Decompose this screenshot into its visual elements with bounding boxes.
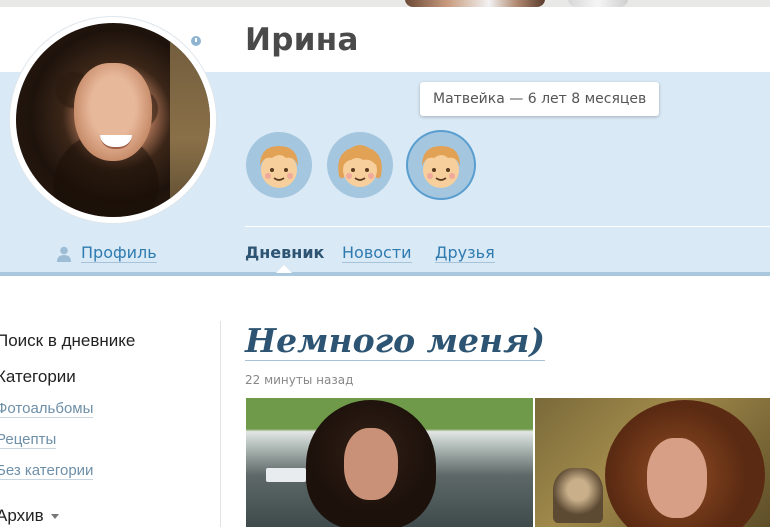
top-photo-strip	[0, 0, 770, 7]
boy-face-icon	[260, 146, 298, 188]
post-photo[interactable]	[246, 398, 533, 527]
post-photo[interactable]	[535, 398, 770, 527]
category-photoalbums[interactable]: Фотоальбомы	[0, 400, 94, 418]
girl-face-icon	[338, 145, 382, 187]
user-name: Ирина	[245, 22, 359, 58]
profile-link[interactable]: Профиль	[81, 243, 157, 263]
child-avatar-boy-selected[interactable]	[408, 132, 474, 198]
tabs-divider	[245, 226, 770, 227]
post-timestamp: 22 минуты назад	[245, 373, 354, 387]
category-uncategorized[interactable]: Без категории	[0, 462, 94, 480]
category-recipes[interactable]: Рецепты	[0, 431, 57, 449]
child-avatar-girl[interactable]	[327, 132, 393, 198]
header-photo	[568, 0, 628, 7]
boy-face-icon	[422, 146, 460, 188]
child-avatar-boy[interactable]	[246, 132, 312, 198]
sidebar-divider	[220, 321, 221, 527]
archive-toggle[interactable]: Архив	[0, 506, 59, 526]
active-tab-marker	[276, 265, 292, 273]
header-bottom-border	[0, 272, 770, 276]
child-tooltip: Матвейка — 6 лет 8 месяцев	[420, 82, 660, 116]
categories-title: Категории	[0, 367, 76, 386]
post-title[interactable]: Немного меня)	[245, 318, 545, 364]
header-photo	[405, 0, 545, 7]
person-icon	[57, 246, 71, 262]
tab-news[interactable]: Новости	[342, 243, 412, 263]
tab-friends[interactable]: Друзья	[435, 243, 495, 263]
diary-search[interactable]: Поиск в дневнике	[0, 331, 135, 351]
avatar[interactable]	[10, 17, 216, 223]
avatar-photo	[16, 23, 210, 217]
tab-diary[interactable]: Дневник	[245, 243, 324, 262]
chevron-down-icon	[50, 514, 59, 520]
clock-icon	[191, 36, 201, 46]
